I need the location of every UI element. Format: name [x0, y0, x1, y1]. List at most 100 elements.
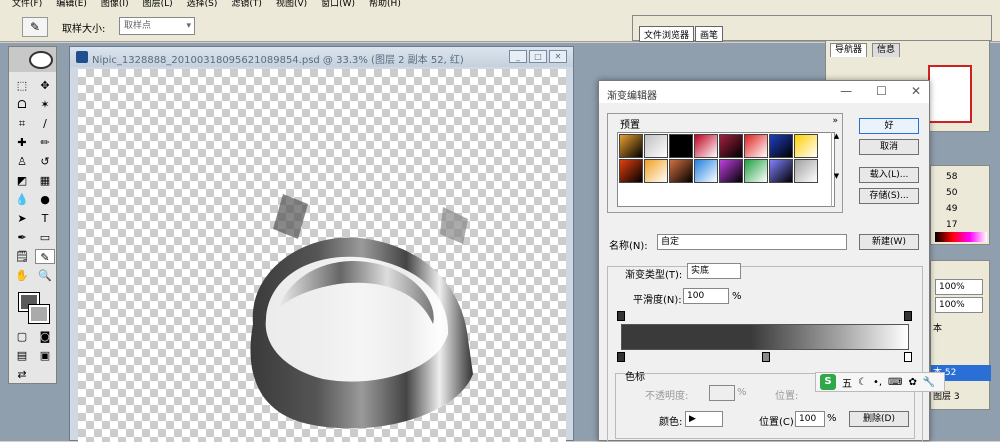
- keyboard-icon[interactable]: ⌨: [888, 377, 902, 388]
- preset-swatch[interactable]: [769, 134, 793, 158]
- delete-button[interactable]: 删除(D): [849, 411, 909, 427]
- opacity-field[interactable]: [709, 385, 735, 401]
- dialog-close-icon[interactable]: ✕: [911, 84, 921, 98]
- moon-icon[interactable]: ☾: [858, 377, 867, 388]
- navigator-preview[interactable]: [928, 65, 972, 123]
- zoom-tool-icon[interactable]: 🔍: [35, 268, 55, 283]
- clone-stamp-tool-icon[interactable]: ♙: [12, 154, 32, 169]
- layer-opacity-field[interactable]: 100%: [935, 279, 983, 295]
- standard-mode-icon[interactable]: ▢: [12, 329, 32, 344]
- dodge-tool-icon[interactable]: ●: [35, 192, 55, 207]
- blur-tool-icon[interactable]: 💧: [12, 192, 32, 207]
- new-button[interactable]: 新建(W): [859, 234, 919, 250]
- menu-file[interactable]: 文件(F): [12, 0, 42, 11]
- name-field[interactable]: 自定: [657, 234, 847, 250]
- marquee-tool-icon[interactable]: ⬚: [12, 78, 32, 93]
- tab-file-browser[interactable]: 文件浏览器: [639, 26, 695, 42]
- minimize-button[interactable]: _: [509, 50, 527, 63]
- history-brush-tool-icon[interactable]: ↺: [35, 154, 55, 169]
- preset-swatch[interactable]: [719, 134, 743, 158]
- layer-row-1[interactable]: 本: [933, 321, 942, 334]
- menu-window[interactable]: 窗口(W): [321, 0, 355, 11]
- presets-menu-icon[interactable]: »: [832, 116, 838, 126]
- color-stop-left[interactable]: [617, 352, 625, 362]
- sogou-icon[interactable]: S: [820, 374, 836, 390]
- punctuation-icon[interactable]: •,: [873, 377, 882, 388]
- preset-swatch[interactable]: [694, 134, 718, 158]
- preset-swatch[interactable]: [619, 159, 643, 183]
- quick-mask-mode-icon[interactable]: ◙: [35, 329, 55, 344]
- magic-wand-tool-icon[interactable]: ✶: [35, 97, 55, 112]
- dialog-maximize-icon[interactable]: ☐: [876, 84, 887, 98]
- wrench-icon[interactable]: 🔧: [923, 377, 935, 388]
- opacity-stop-left[interactable]: [617, 311, 625, 321]
- eraser-tool-icon[interactable]: ◩: [12, 173, 32, 188]
- save-button[interactable]: 存储(S)...: [859, 188, 919, 204]
- menu-image[interactable]: 图像(I): [101, 0, 129, 11]
- pen-tool-icon[interactable]: ✒: [12, 230, 32, 245]
- background-color[interactable]: [28, 304, 50, 324]
- preset-swatch[interactable]: [794, 159, 818, 183]
- menu-layer[interactable]: 图层(L): [143, 0, 173, 11]
- preset-swatch[interactable]: [669, 159, 693, 183]
- move-tool-icon[interactable]: ✥: [35, 78, 55, 93]
- sample-size-select[interactable]: 取样点: [119, 17, 195, 35]
- preset-swatch[interactable]: [694, 159, 718, 183]
- color-value-4: 17: [946, 220, 958, 230]
- load-button[interactable]: 载入(L)...: [859, 167, 919, 183]
- menu-view[interactable]: 视图(V): [276, 0, 307, 11]
- preset-swatch[interactable]: [769, 159, 793, 183]
- layer-fill-field[interactable]: 100%: [935, 297, 983, 313]
- path-selection-tool-icon[interactable]: ➤: [12, 211, 32, 226]
- preset-swatch[interactable]: [794, 134, 818, 158]
- stop-color-well[interactable]: ▶: [685, 411, 723, 427]
- healing-brush-tool-icon[interactable]: ✚: [12, 135, 32, 150]
- cancel-button[interactable]: 取消: [859, 139, 919, 155]
- presets-scrollbar[interactable]: ▲ ▼: [831, 132, 841, 207]
- smoothness-field[interactable]: 100: [683, 288, 729, 304]
- crop-tool-icon[interactable]: ⌗: [12, 116, 32, 131]
- jump-to-imageready-icon[interactable]: ⇄: [12, 367, 32, 382]
- menu-help[interactable]: 帮助(H): [369, 0, 401, 11]
- gradient-preview-bar[interactable]: [621, 324, 909, 350]
- menu-edit[interactable]: 编辑(E): [56, 0, 87, 11]
- tab-navigator[interactable]: 导航器: [830, 43, 868, 57]
- hand-tool-icon[interactable]: ✋: [12, 268, 32, 283]
- color-stop-right[interactable]: [904, 352, 912, 362]
- preset-swatch[interactable]: [744, 159, 768, 183]
- tab-brushes[interactable]: 画笔: [695, 26, 724, 42]
- lasso-tool-icon[interactable]: ᗝ: [12, 97, 32, 112]
- ok-button[interactable]: 好: [859, 118, 919, 134]
- image-canvas[interactable]: [78, 69, 566, 442]
- shape-tool-icon[interactable]: ▭: [35, 230, 55, 245]
- close-button[interactable]: ✕: [549, 50, 567, 63]
- screen-mode-icon[interactable]: ▤: [12, 348, 32, 363]
- preset-swatch[interactable]: [619, 134, 643, 158]
- opacity-stop-right[interactable]: [904, 311, 912, 321]
- preset-swatch[interactable]: [644, 159, 668, 183]
- brush-tool-icon[interactable]: ✏: [35, 135, 55, 150]
- preset-swatch[interactable]: [744, 134, 768, 158]
- notes-tool-icon[interactable]: 🗒: [12, 249, 32, 264]
- maximize-button[interactable]: □: [529, 50, 547, 63]
- slice-tool-icon[interactable]: ∕: [35, 116, 55, 131]
- eyedropper-tool-icon[interactable]: ✎: [35, 249, 55, 264]
- menu-select[interactable]: 选择(S): [187, 0, 218, 11]
- preset-swatch[interactable]: [669, 134, 693, 158]
- color-stop-middle[interactable]: [762, 352, 770, 362]
- eyedropper-tool-icon[interactable]: ✎: [22, 17, 48, 37]
- location-field[interactable]: 100: [795, 411, 825, 427]
- photoshop-eye-icon: [29, 51, 53, 69]
- color-ramp[interactable]: [935, 232, 987, 242]
- preset-swatch[interactable]: [644, 134, 668, 158]
- dialog-minimize-icon[interactable]: —: [840, 84, 852, 98]
- ime-mode-label[interactable]: 五: [842, 375, 852, 390]
- preset-swatch[interactable]: [719, 159, 743, 183]
- gradient-tool-icon[interactable]: ▦: [35, 173, 55, 188]
- full-screen-mode-icon[interactable]: ▣: [35, 348, 55, 363]
- settings-icon[interactable]: ✿: [908, 377, 916, 388]
- gradient-type-select[interactable]: 实底: [687, 263, 741, 279]
- tab-info[interactable]: 信息: [872, 43, 901, 57]
- menu-filter[interactable]: 滤镜(T): [231, 0, 262, 11]
- type-tool-icon[interactable]: T: [35, 211, 55, 226]
